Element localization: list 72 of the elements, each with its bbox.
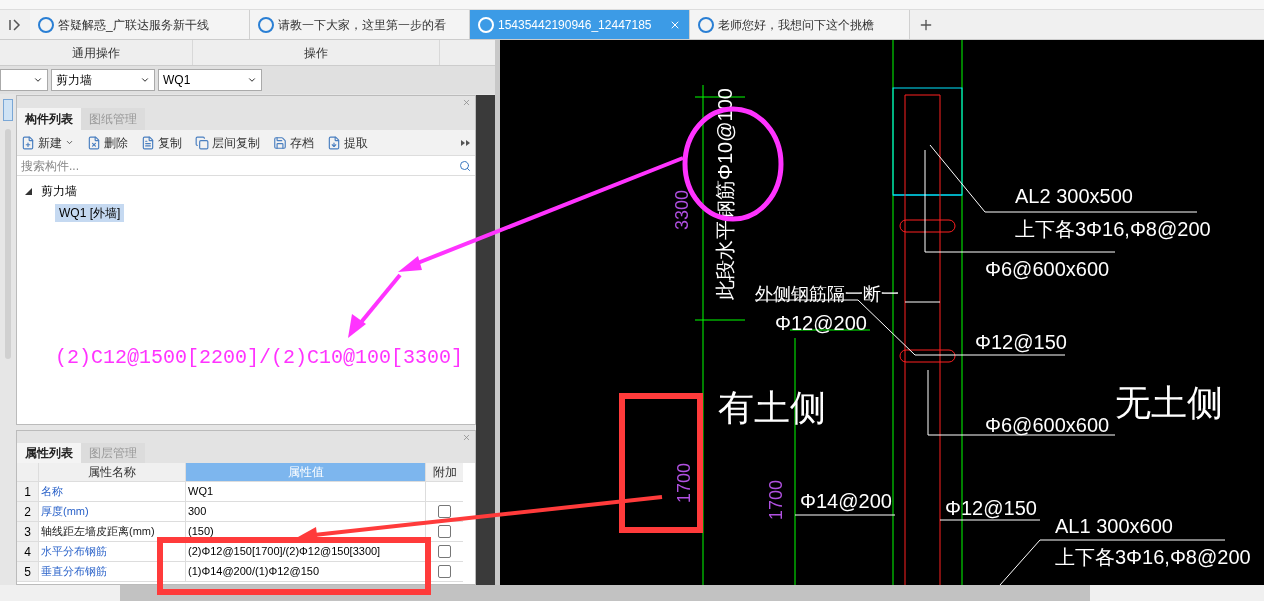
- browser-tab[interactable]: 答疑解惑_广联达服务新干线: [30, 10, 250, 39]
- table-cell: (2)Φ12@150[1700]/(2)Φ12@150[3300]: [186, 542, 426, 562]
- drawing-annotation: Φ12@150: [975, 331, 1067, 353]
- row-number: 3: [17, 522, 39, 542]
- search-icon[interactable]: [459, 159, 471, 172]
- browser-logo-icon: [38, 16, 54, 33]
- dimension-label: 3300: [672, 189, 692, 230]
- table-cell: 名称: [39, 482, 186, 502]
- more-arrows-icon[interactable]: [461, 139, 471, 146]
- handwritten-annotation: (2)C12@1500[2200]/(2)C10@100[3300]: [55, 345, 464, 371]
- sidebar-toggle-icon[interactable]: [9, 18, 21, 31]
- column-header: 附加: [426, 463, 463, 482]
- drawing-annotation: Φ14@200: [800, 490, 892, 512]
- row-number: 1: [17, 482, 39, 502]
- table-cell: 厚度(mm): [39, 502, 186, 522]
- table-corner-cell: [17, 463, 39, 482]
- drawing-annotation: 上下各3Φ16,Φ8@200: [1055, 546, 1251, 568]
- toolbar-button[interactable]: 提取: [327, 133, 368, 152]
- close-icon[interactable]: [462, 432, 471, 442]
- browser-tab[interactable]: 请教一下大家，这里第一步的看: [250, 10, 470, 39]
- dimension-label: 1700: [674, 462, 694, 503]
- table-cell: 300: [186, 502, 426, 522]
- toolbar-button[interactable]: 新建: [21, 133, 74, 152]
- checkbox[interactable]: [438, 505, 451, 518]
- drawing-annotation: 外侧钢筋隔一断一: [755, 284, 899, 304]
- checkbox[interactable]: [438, 565, 451, 578]
- table-cell: (1)Φ14@200/(1)Φ12@150: [186, 562, 426, 582]
- checkbox[interactable]: [438, 525, 451, 538]
- checkbox[interactable]: [438, 545, 451, 558]
- row-number: 2: [17, 502, 39, 522]
- close-icon[interactable]: [462, 97, 471, 107]
- toolbar-button[interactable]: 层间复制: [195, 133, 260, 152]
- tree-item[interactable]: WQ1 [外墙]: [55, 204, 125, 222]
- drawing-annotation: AL2 300x500: [1015, 185, 1133, 207]
- row-number: 4: [17, 542, 39, 562]
- drawing-annotation: Φ12@200: [775, 312, 867, 334]
- drawing-annotation: 无土侧: [1115, 382, 1223, 423]
- toolbar-button[interactable]: 复制: [141, 133, 182, 152]
- toolbar-group-label: 通用操作: [0, 40, 193, 65]
- table-cell: 水平分布钢筋: [39, 542, 186, 562]
- search-field[interactable]: 搜索构件...: [21, 156, 459, 175]
- browser-logo-icon: [478, 16, 494, 33]
- tree-item[interactable]: 剪力墙: [37, 182, 81, 200]
- drawing-annotation: 有土侧: [718, 387, 826, 428]
- drawing-annotation: Φ6@600x600: [985, 414, 1110, 436]
- row-number: 5: [17, 562, 39, 582]
- browser-logo-icon: [258, 16, 274, 33]
- dimension-label: 1700: [766, 479, 786, 520]
- caret-icon: [33, 75, 43, 85]
- table-cell: WQ1: [186, 482, 426, 502]
- toolbar-button[interactable]: 存档: [273, 133, 314, 152]
- dropdown-field[interactable]: WQ1: [158, 69, 262, 91]
- dropdown-field[interactable]: [0, 69, 48, 91]
- drawing-annotation: Φ12@150: [945, 497, 1037, 519]
- dropdown-field[interactable]: 剪力墙: [51, 69, 155, 91]
- toolbar-button[interactable]: 删除: [87, 133, 128, 152]
- browser-logo-icon: [698, 16, 714, 33]
- table-cell: 轴线距左墙皮距离(mm): [39, 522, 186, 542]
- drawing-annotation: AL1 300x600: [1055, 515, 1173, 537]
- table-cell: 垂直分布钢筋: [39, 562, 186, 582]
- panel-tab[interactable]: 构件列表: [17, 108, 81, 130]
- column-header: 属性名称: [39, 463, 186, 482]
- browser-tab[interactable]: 老师您好，我想问下这个挑檐: [690, 10, 910, 39]
- drawing-annotation: Φ6@600x600: [985, 258, 1110, 280]
- caret-icon: [140, 75, 150, 85]
- caret-icon: [247, 75, 257, 85]
- drawing-annotation: 上下各3Φ16,Φ8@200: [1015, 218, 1211, 240]
- side-button[interactable]: [3, 99, 13, 121]
- toolbar-group-label: 操作: [193, 40, 440, 65]
- column-header: 属性值: [186, 463, 426, 482]
- panel-tab[interactable]: 属性列表: [17, 443, 81, 463]
- expand-triangle-icon[interactable]: [25, 187, 32, 195]
